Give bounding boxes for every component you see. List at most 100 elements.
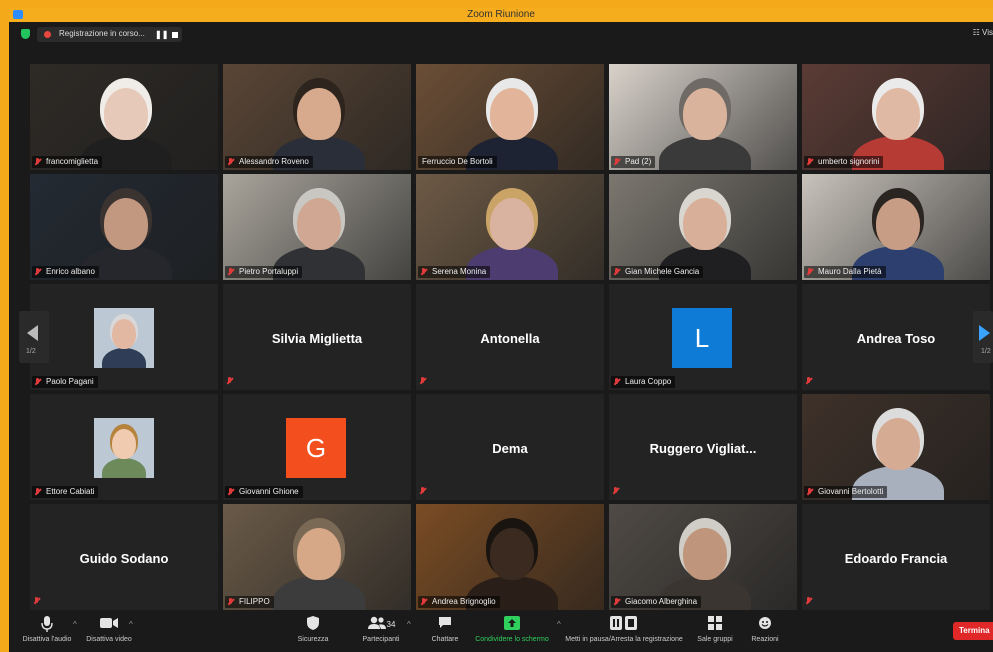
breakout-rooms-label: Sale gruppi [697,636,733,643]
chat-button[interactable]: Chattare [427,616,463,643]
pause-recording-icon[interactable]: ❚❚ [155,30,168,39]
participant-video [416,64,604,170]
participant-tile[interactable]: FILIPPO [223,504,411,610]
participant-name-label: Enrico albano [32,266,99,278]
muted-microphone-icon [228,598,234,606]
profile-picture-shape [112,429,136,459]
window-title: Zoom Riunione [467,9,535,20]
participant-tile[interactable]: francomiglietta [30,64,218,170]
muted-microphone-icon [421,598,427,606]
participant-name: Pietro Portaluppi [239,267,299,276]
muted-microphone-icon [228,158,234,166]
participant-tile[interactable]: Silvia Miglietta [223,284,411,390]
participant-name-label: Paolo Pagani [32,376,98,388]
participant-name: FILIPPO [239,597,270,606]
audio-options-caret-icon[interactable]: ^ [73,620,77,629]
participant-face [297,198,341,250]
participant-video [609,64,797,170]
participant-tile[interactable]: Ruggero Vigliat... [609,394,797,500]
muted-microphone-icon [419,377,427,386]
encryption-shield-icon[interactable] [21,29,30,39]
participant-face [490,528,534,580]
participant-display-name: Dema [492,441,528,456]
next-page-button[interactable]: 1/2 [973,311,993,363]
participants-options-caret-icon[interactable]: ^ [407,620,411,629]
participant-name-label: francomiglietta [32,156,103,168]
pause-stop-recording-button[interactable]: Metti in pausa/Arresta la registrazione [562,616,686,643]
participant-name: Laura Coppo [625,377,672,386]
participant-tile[interactable]: G Giovanni Ghione [223,394,411,500]
participant-face [104,88,148,140]
meeting-topbar: Registrazione in corso... ❚❚ ☷ Vis [9,22,993,46]
participants-button[interactable]: 34 Partecipanti ^ [355,616,411,643]
participant-tile[interactable]: Giacomo Alberghina [609,504,797,610]
participant-tile[interactable]: L Laura Coppo [609,284,797,390]
muted-microphone-icon [612,487,620,496]
participant-tile[interactable]: umberto signorini [802,64,990,170]
participant-tile[interactable]: Andrea Brignoglio [416,504,604,610]
participant-tile[interactable]: Ferruccio De Bortoli [416,64,604,170]
participant-video [416,174,604,280]
participant-face [876,198,920,250]
participant-face [683,528,727,580]
end-meeting-button[interactable]: Termina [953,622,993,640]
profile-picture-shape [102,348,146,368]
reactions-label: Reazioni [751,636,779,643]
participant-tile[interactable]: Antonella [416,284,604,390]
participant-video [30,64,218,170]
participant-tile[interactable]: Serena Monina [416,174,604,280]
recording-dot-icon [44,31,51,38]
participant-name-label: Andrea Brignoglio [418,596,500,608]
participant-tile[interactable]: Giovanni Bertolotti [802,394,990,500]
participant-tile[interactable]: Gian Michele Gancia [609,174,797,280]
video-options-caret-icon[interactable]: ^ [129,620,133,629]
profile-picture-shape [102,458,146,478]
participant-name-label: Giovanni Ghione [225,486,303,498]
participant-body [273,576,365,610]
participant-tile[interactable]: Guido Sodano [30,504,218,610]
participant-name-label: FILIPPO [225,596,274,608]
participant-face [490,198,534,250]
profile-picture [94,308,154,368]
muted-microphone-icon [35,158,41,166]
muted-microphone-icon [228,488,234,496]
participant-tile[interactable]: Alessandro Roveno [223,64,411,170]
stop-recording-icon[interactable] [172,32,178,38]
share-options-caret-icon[interactable]: ^ [557,620,561,629]
chat-bubble-icon [427,616,463,634]
security-button[interactable]: Sicurezza [291,616,335,643]
participant-tile[interactable]: Ettore Cabiati [30,394,218,500]
participant-tile[interactable]: Mauro Dalla Pietà [802,174,990,280]
participant-tile[interactable]: Dema [416,394,604,500]
participant-face [683,198,727,250]
participant-video [223,174,411,280]
smiley-reaction-icon [747,616,783,634]
participant-tile[interactable]: Pietro Portaluppi [223,174,411,280]
muted-microphone-icon [614,158,620,166]
stop-video-label: Disattiva video [86,636,132,643]
view-button[interactable]: ☷ Vis [973,28,993,37]
recording-indicator: Registrazione in corso... ❚❚ [37,27,182,42]
previous-page-button[interactable]: 1/2 [19,311,49,363]
participant-name-label: Giovanni Bertolotti [804,486,888,498]
participant-name: Ferruccio De Bortoli [422,157,493,166]
participant-tile[interactable]: Enrico albano [30,174,218,280]
participant-tile[interactable]: Edoardo Francia [802,504,990,610]
participant-face [297,528,341,580]
participants-count: 34 [386,620,396,629]
breakout-rooms-grid-icon [695,616,735,634]
share-screen-button[interactable]: Condividere lo schermo ^ [471,616,561,643]
participant-name-label: umberto signorini [804,156,884,168]
participant-name-label: Serena Monina [418,266,491,278]
stop-video-button[interactable]: Disattiva video ^ [81,616,137,643]
participant-tile[interactable]: Paolo Pagani [30,284,218,390]
participant-name-label: Gian Michele Gancia [611,266,704,278]
participant-tile[interactable]: Andrea Toso [802,284,990,390]
participant-name: Mauro Dalla Pietà [818,267,882,276]
muted-microphone-icon [807,158,813,166]
reactions-button[interactable]: Reazioni [747,616,783,643]
mute-audio-button[interactable]: Disattiva l'audio ^ [17,616,77,643]
breakout-rooms-button[interactable]: Sale gruppi [695,616,735,643]
participant-display-name: Guido Sodano [79,551,169,566]
participant-tile[interactable]: Pad (2) [609,64,797,170]
